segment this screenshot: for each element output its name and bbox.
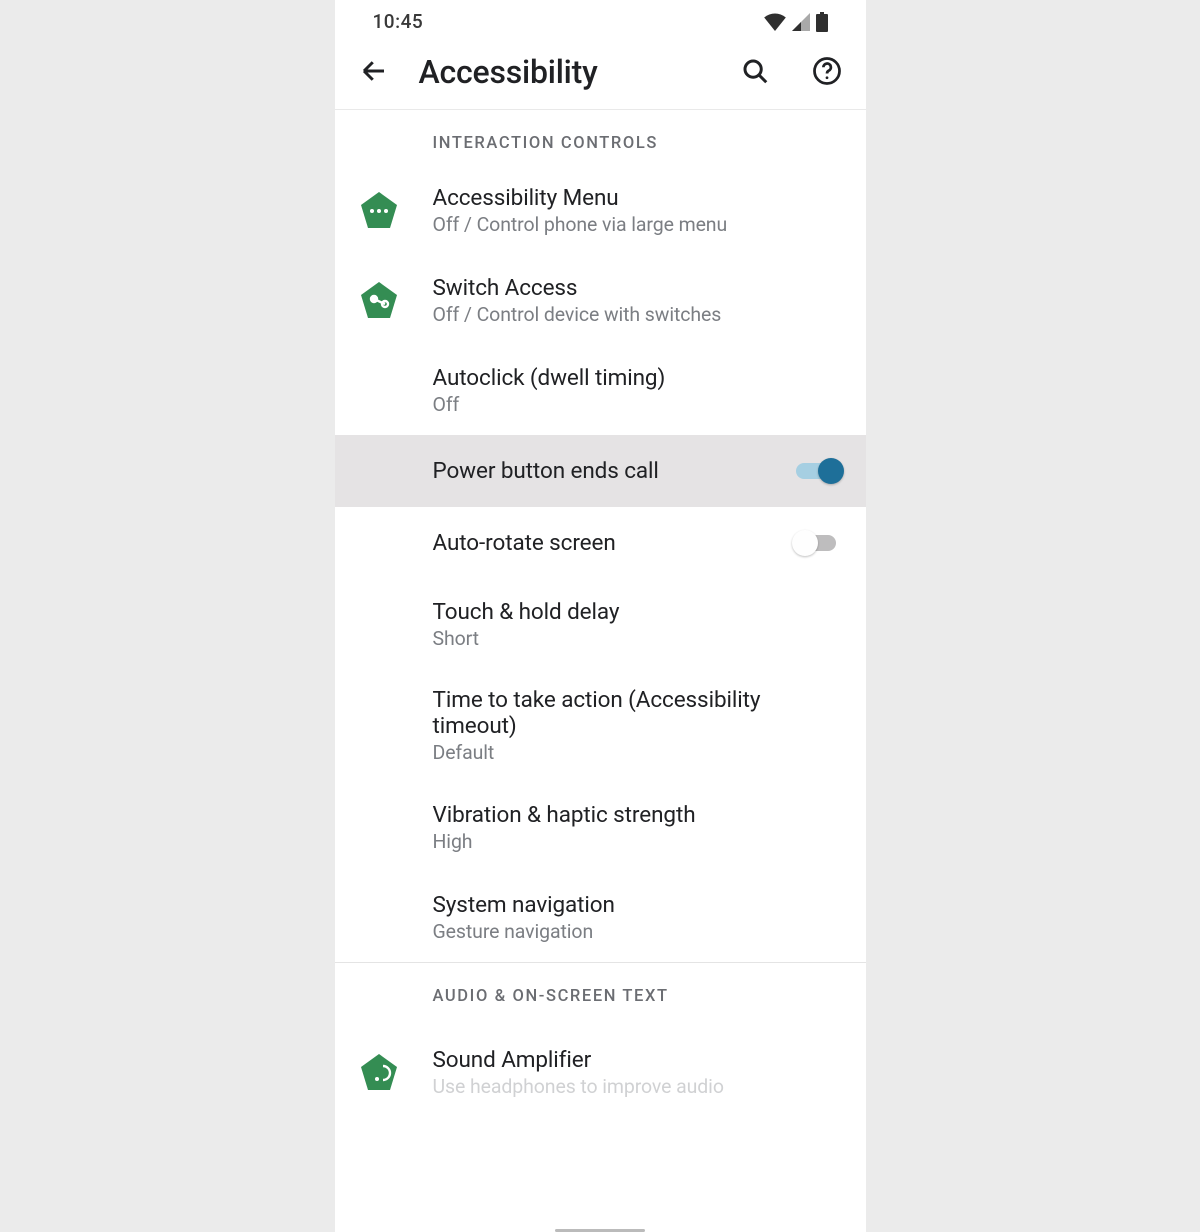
section-header-interaction: Interaction controls (335, 110, 866, 165)
row-power-button-ends-call[interactable]: Power button ends call (335, 435, 866, 507)
accessibility-menu-icon (359, 190, 399, 230)
row-sound-amplifier[interactable]: Sound Amplifier Use headphones to improv… (335, 1018, 866, 1108)
row-title: System navigation (433, 892, 844, 918)
row-autoclick[interactable]: Autoclick (dwell timing) Off (335, 345, 866, 435)
row-vibration-haptic[interactable]: Vibration & haptic strength High (335, 782, 866, 872)
help-button[interactable] (812, 56, 842, 89)
row-title: Sound Amplifier (433, 1047, 844, 1073)
row-accessibility-timeout[interactable]: Time to take action (Accessibility timeo… (335, 669, 866, 782)
status-bar: 10:45 (335, 0, 866, 39)
row-touch-hold-delay[interactable]: Touch & hold delay Short (335, 579, 866, 669)
row-title: Touch & hold delay (433, 599, 844, 625)
help-icon (812, 56, 842, 86)
switch-auto-rotate[interactable] (792, 529, 844, 557)
row-title: Auto-rotate screen (433, 530, 784, 556)
row-title: Switch Access (433, 275, 844, 301)
row-switch-access[interactable]: Switch Access Off / Control device with … (335, 255, 866, 345)
row-subtitle: High (433, 830, 844, 853)
switch-access-icon (359, 280, 399, 320)
row-accessibility-menu[interactable]: Accessibility Menu Off / Control phone v… (335, 165, 866, 255)
row-system-navigation[interactable]: System navigation Gesture navigation (335, 872, 866, 962)
section-header-audio: Audio & on-screen text (335, 963, 866, 1018)
switch-power-button[interactable] (792, 457, 844, 485)
battery-icon (816, 12, 828, 32)
search-icon (740, 56, 770, 86)
search-button[interactable] (740, 56, 770, 89)
row-title: Vibration & haptic strength (433, 802, 844, 828)
row-title: Power button ends call (433, 458, 784, 484)
row-title: Autoclick (dwell timing) (433, 365, 844, 391)
app-bar: Accessibility (335, 39, 866, 110)
wifi-icon (764, 13, 786, 31)
cellular-icon (792, 13, 810, 31)
arrow-left-icon (359, 56, 389, 86)
row-subtitle: Use headphones to improve audio (433, 1075, 844, 1098)
status-icons (764, 12, 828, 32)
phone-frame: 10:45 Accessibility Interaction controls… (335, 0, 866, 1232)
row-subtitle: Off / Control device with switches (433, 303, 844, 326)
row-subtitle: Default (433, 741, 844, 764)
sound-amplifier-icon (359, 1052, 399, 1092)
page-title: Accessibility (419, 53, 710, 91)
row-subtitle: Off (433, 393, 844, 416)
row-subtitle: Off / Control phone via large menu (433, 213, 844, 236)
row-auto-rotate[interactable]: Auto-rotate screen (335, 507, 866, 579)
row-subtitle: Gesture navigation (433, 920, 844, 943)
row-subtitle: Short (433, 627, 844, 650)
row-title: Time to take action (Accessibility timeo… (433, 687, 844, 739)
row-title: Accessibility Menu (433, 185, 844, 211)
clock: 10:45 (373, 10, 424, 33)
back-button[interactable] (359, 56, 389, 89)
